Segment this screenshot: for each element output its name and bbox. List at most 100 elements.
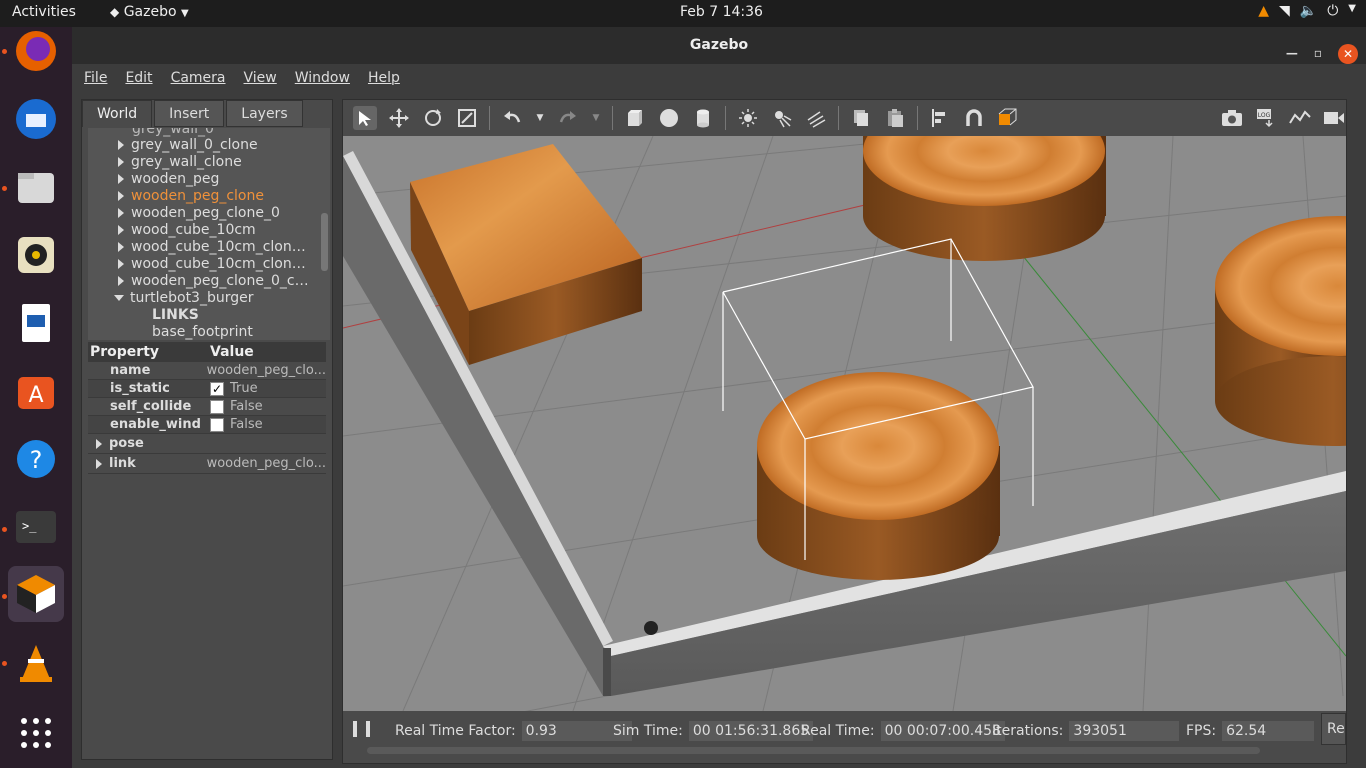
system-tray[interactable]: ▲ ◥ 🔈 ⏻ ▼ [1258, 3, 1356, 19]
thunderbird-icon[interactable] [8, 91, 64, 147]
menu-view[interactable]: View [244, 70, 277, 86]
tree-link-item[interactable]: base_footprint [152, 323, 253, 340]
expand-arrow-icon[interactable] [118, 241, 124, 252]
tree-scrollbar[interactable] [321, 213, 328, 271]
undo-icon[interactable] [500, 106, 524, 130]
close-icon[interactable]: ✕ [1338, 43, 1358, 64]
tree-item[interactable]: grey_wall_0_clone [118, 136, 258, 153]
firefox-icon[interactable] [8, 23, 64, 79]
clock[interactable]: Feb 7 14:36 [680, 4, 763, 20]
wooden-peg-selected-surface[interactable] [757, 372, 999, 520]
tree-item-selected[interactable]: wooden_peg_clone [118, 187, 264, 204]
minimize-icon[interactable]: — [1286, 35, 1298, 72]
expand-arrow-icon[interactable] [96, 438, 102, 449]
vlc-tray-icon[interactable]: ▲ [1258, 3, 1269, 19]
tree-item[interactable]: wood_cube_10cm_clon… [118, 255, 306, 272]
align-icon[interactable] [928, 106, 952, 130]
sphere-shape-icon[interactable] [657, 106, 681, 130]
property-row-expandable[interactable]: pose [88, 434, 326, 454]
rhythmbox-icon[interactable] [8, 227, 64, 283]
expand-arrow-icon[interactable] [96, 458, 102, 469]
terminal-icon[interactable]: >_ [8, 499, 64, 555]
property-value[interactable]: wooden_peg_clo... [203, 362, 326, 379]
menu-window[interactable]: Window [295, 70, 350, 86]
tree-item[interactable]: wood_cube_10cm_clon… [118, 238, 306, 255]
undo-history-chevron-icon[interactable]: ▼ [534, 106, 546, 130]
expand-arrow-icon[interactable] [118, 207, 124, 218]
log-icon[interactable]: LOG [1254, 106, 1278, 130]
menu-help[interactable]: Help [368, 70, 400, 86]
property-row[interactable]: name wooden_peg_clo... [88, 362, 326, 380]
tree-item[interactable]: wooden_peg_clone_0 [118, 204, 280, 221]
property-value[interactable]: ✓ True [206, 380, 326, 397]
wifi-icon[interactable]: ◥ [1279, 3, 1290, 19]
scale-mode-icon[interactable] [455, 106, 479, 130]
show-apps-icon[interactable] [8, 705, 64, 761]
property-row[interactable]: is_static ✓ True [88, 380, 326, 398]
enable-wind-checkbox[interactable] [210, 417, 224, 432]
expand-arrow-icon[interactable] [118, 224, 124, 235]
select-mode-icon[interactable] [353, 106, 377, 130]
status-scrollbar[interactable] [367, 747, 1260, 754]
expand-arrow-icon[interactable] [118, 258, 124, 269]
snap-icon[interactable] [962, 106, 986, 130]
tab-layers[interactable]: Layers [226, 100, 303, 127]
window-titlebar[interactable]: Gazebo — ▫ ✕ [72, 27, 1366, 64]
property-row[interactable]: self_collide False [88, 398, 326, 416]
property-row[interactable]: enable_wind False [88, 416, 326, 434]
world-tree[interactable]: grey_wall_0 grey_wall_0_clone grey_wall_… [88, 128, 330, 340]
expand-arrow-icon[interactable] [118, 156, 124, 167]
cylinder-shape-icon[interactable] [691, 106, 715, 130]
screenshot-icon[interactable] [1220, 106, 1244, 130]
vlc-icon[interactable] [8, 635, 64, 691]
rotate-mode-icon[interactable] [421, 106, 445, 130]
turtlebot-model[interactable] [644, 621, 658, 635]
self-collide-checkbox[interactable] [210, 399, 224, 414]
view-angle-icon[interactable] [996, 106, 1020, 130]
tab-world[interactable]: World [82, 100, 153, 127]
redo-history-chevron-icon[interactable]: ▼ [590, 106, 602, 130]
expand-arrow-icon[interactable] [118, 275, 124, 286]
maximize-icon[interactable]: ▫ [1314, 35, 1322, 72]
property-value[interactable]: False [206, 416, 326, 433]
expand-arrow-icon[interactable] [118, 173, 124, 184]
directional-light-icon[interactable] [804, 106, 828, 130]
gazebo-icon[interactable] [8, 566, 64, 622]
tree-item[interactable]: wooden_peg_clone_0_c… [118, 272, 309, 289]
files-icon[interactable] [8, 159, 64, 215]
is-static-checkbox[interactable]: ✓ [210, 381, 224, 396]
volume-icon[interactable]: 🔈 [1300, 3, 1317, 19]
software-store-icon[interactable]: A [8, 363, 64, 419]
tree-item[interactable]: wood_cube_10cm [118, 221, 256, 238]
point-light-icon[interactable] [736, 106, 760, 130]
app-menu-button[interactable]: ◆ Gazebo ▼ [110, 4, 189, 20]
menu-edit[interactable]: Edit [125, 70, 152, 86]
expand-arrow-icon[interactable] [118, 190, 124, 201]
tree-item-expanded[interactable]: turtlebot3_burger [114, 289, 253, 306]
plot-icon[interactable] [1288, 106, 1312, 130]
redo-icon[interactable] [556, 106, 580, 130]
property-value[interactable]: False [206, 398, 326, 415]
box-shape-icon[interactable] [623, 106, 647, 130]
translate-mode-icon[interactable] [387, 106, 411, 130]
pause-button[interactable] [353, 721, 370, 737]
help-icon[interactable]: ? [8, 431, 64, 487]
reset-time-button[interactable]: Re [1321, 713, 1346, 745]
tab-insert[interactable]: Insert [154, 100, 225, 127]
activities-button[interactable]: Activities [12, 4, 76, 20]
video-record-icon[interactable] [1322, 106, 1346, 130]
menu-camera[interactable]: Camera [171, 70, 226, 86]
property-row-expandable[interactable]: link wooden_peg_clo... [88, 454, 326, 474]
spot-light-icon[interactable] [770, 106, 794, 130]
writer-icon[interactable] [8, 295, 64, 351]
copy-icon[interactable] [849, 106, 873, 130]
scene-3d-view[interactable] [343, 136, 1346, 711]
tree-item[interactable]: wooden_peg [118, 170, 219, 187]
collapse-arrow-icon[interactable] [114, 294, 124, 301]
tree-item[interactable]: grey_wall_clone [118, 153, 242, 170]
expand-arrow-icon[interactable] [118, 139, 124, 150]
menu-file[interactable]: File [84, 70, 107, 86]
power-icon[interactable]: ⏻ [1327, 3, 1338, 19]
chevron-down-icon[interactable]: ▼ [1348, 3, 1356, 19]
paste-icon[interactable] [883, 106, 907, 130]
